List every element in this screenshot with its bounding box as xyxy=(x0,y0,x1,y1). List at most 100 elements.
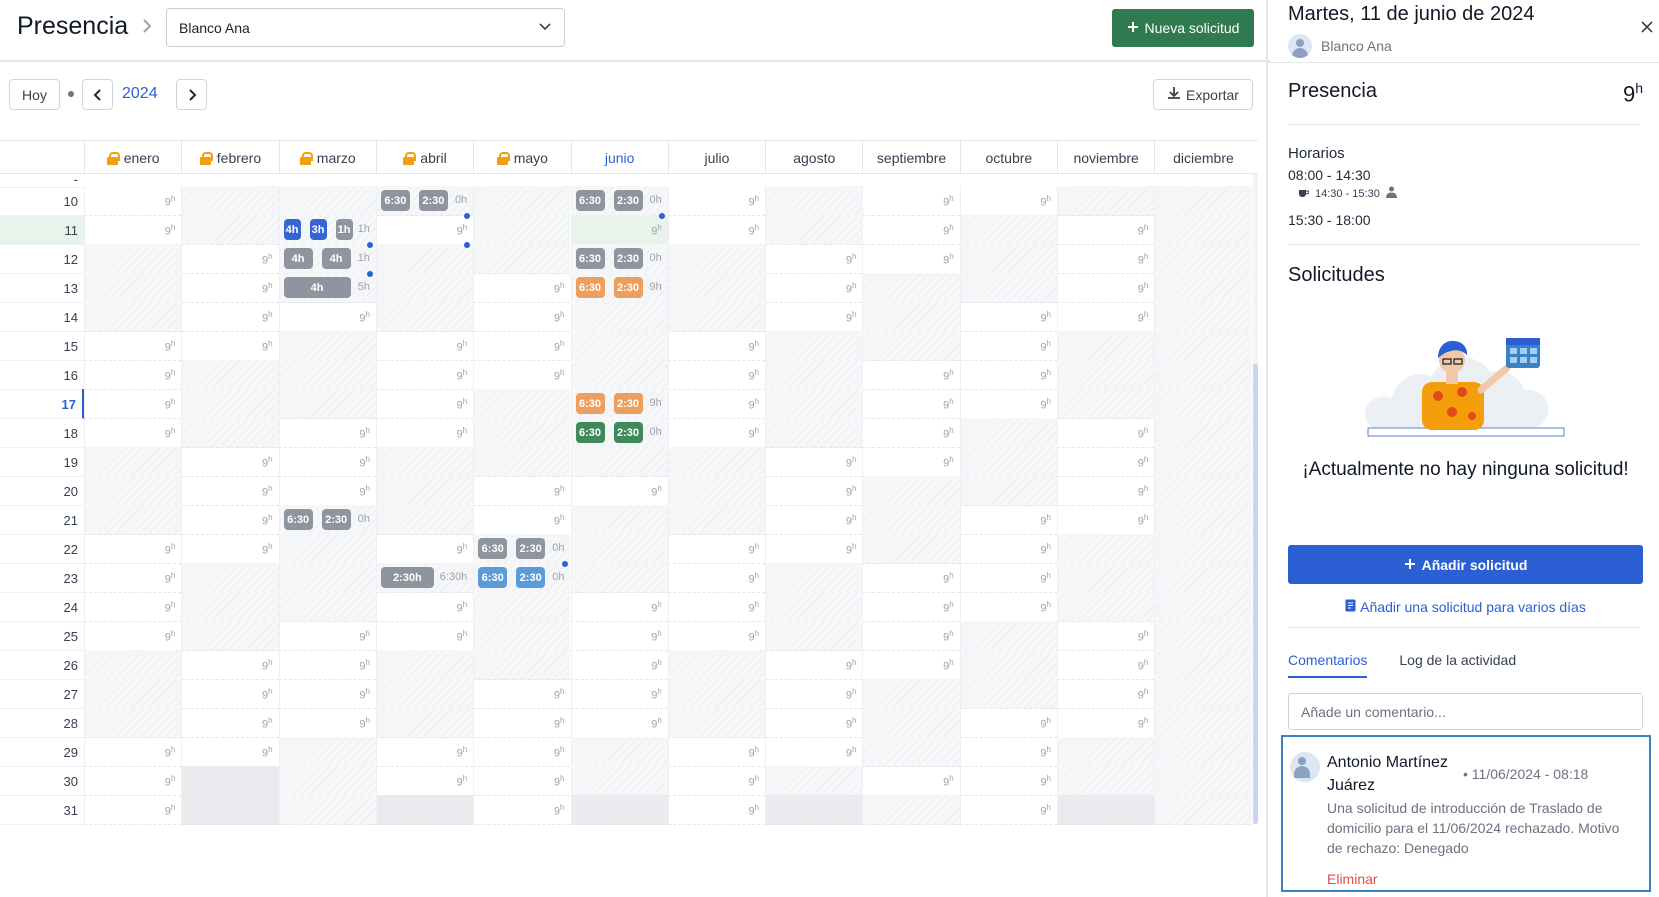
day-cell[interactable] xyxy=(959,447,1057,477)
day-cell[interactable] xyxy=(862,795,960,825)
day-cell[interactable] xyxy=(1154,244,1252,274)
day-cell[interactable] xyxy=(570,737,668,767)
day-cell[interactable]: 9h xyxy=(84,534,182,564)
day-cell[interactable] xyxy=(1154,563,1252,593)
time-entry-chip[interactable]: 6:30 xyxy=(575,277,605,298)
day-cell[interactable] xyxy=(375,447,474,477)
day-cell[interactable] xyxy=(84,650,182,680)
day-cell[interactable]: 9h xyxy=(667,795,766,825)
day-cell[interactable]: 9h xyxy=(765,244,863,274)
day-cell[interactable]: 9h xyxy=(1057,447,1155,477)
day-cell[interactable]: 9h xyxy=(862,563,960,593)
day-cell[interactable]: 9h xyxy=(959,766,1057,796)
day-cell[interactable] xyxy=(181,389,279,419)
day-cell[interactable] xyxy=(375,273,474,303)
day-cell[interactable]: 9h xyxy=(84,563,182,593)
day-cell[interactable] xyxy=(181,360,279,390)
day-cell[interactable]: 9h xyxy=(862,360,960,390)
day-cell[interactable]: 9h xyxy=(84,592,182,622)
day-cell[interactable] xyxy=(1154,650,1252,680)
day-cell[interactable] xyxy=(473,418,571,448)
day-cell[interactable]: 9h xyxy=(473,737,571,767)
day-cell[interactable] xyxy=(959,273,1057,303)
day-cell[interactable] xyxy=(1057,534,1155,564)
day-cell[interactable]: 9h xyxy=(375,766,474,796)
day-cell[interactable] xyxy=(181,563,279,593)
day-cell[interactable] xyxy=(1057,186,1155,216)
day-cell[interactable]: 9h xyxy=(181,331,279,361)
day-cell[interactable] xyxy=(570,447,668,477)
day-cell[interactable]: 9h xyxy=(959,505,1057,535)
day-cell[interactable]: 9h xyxy=(473,708,571,738)
day-cell[interactable] xyxy=(959,418,1057,448)
day-cell[interactable]: 9h xyxy=(84,331,182,361)
day-cell[interactable]: 9h xyxy=(181,650,279,680)
time-entry-chip[interactable]: 6:30 xyxy=(283,509,313,530)
day-cell[interactable] xyxy=(1154,418,1252,448)
day-cell[interactable] xyxy=(278,795,376,825)
day-cell[interactable] xyxy=(1057,360,1155,390)
day-cell[interactable] xyxy=(473,621,571,651)
day-cell[interactable]: 9h xyxy=(84,418,182,448)
day-cell[interactable] xyxy=(862,476,960,506)
day-cell[interactable]: 9h xyxy=(959,563,1057,593)
day-cell[interactable] xyxy=(181,186,279,216)
add-request-button[interactable]: Añadir solicitud xyxy=(1288,545,1643,584)
day-cell[interactable] xyxy=(959,215,1057,245)
day-cell[interactable]: 9h xyxy=(667,331,766,361)
day-cell[interactable]: 9h xyxy=(959,592,1057,622)
day-cell[interactable] xyxy=(1154,679,1252,709)
day-cell[interactable] xyxy=(959,621,1057,651)
day-cell[interactable] xyxy=(278,534,376,564)
day-cell[interactable] xyxy=(278,592,376,622)
day-cell[interactable] xyxy=(765,215,863,245)
day-cell[interactable] xyxy=(84,447,182,477)
day-cell[interactable]: 9h xyxy=(375,592,474,622)
day-cell[interactable] xyxy=(84,476,182,506)
day-cell[interactable] xyxy=(375,505,474,535)
day-cell[interactable]: 9h xyxy=(765,447,863,477)
day-cell[interactable]: 9h xyxy=(473,302,571,332)
day-cell[interactable]: 9h xyxy=(1057,215,1155,245)
day-cell[interactable]: 9h xyxy=(862,650,960,680)
day-cell[interactable] xyxy=(181,215,279,245)
prev-year-button[interactable] xyxy=(82,79,113,110)
day-cell[interactable] xyxy=(1057,592,1155,622)
day-cell[interactable] xyxy=(667,302,766,332)
time-entry-chip[interactable]: 6:30 xyxy=(380,190,410,211)
day-cell[interactable] xyxy=(473,447,571,477)
day-cell[interactable]: 9h xyxy=(375,534,474,564)
day-cell[interactable]: 9h xyxy=(1057,505,1155,535)
day-cell[interactable]: 9h xyxy=(765,273,863,303)
day-cell[interactable]: 9h xyxy=(667,563,766,593)
day-cell[interactable] xyxy=(667,447,766,477)
month-header-marzo[interactable]: marzo xyxy=(278,141,376,174)
day-cell[interactable] xyxy=(1154,389,1252,419)
day-cell[interactable] xyxy=(765,186,863,216)
day-cell[interactable]: 9h xyxy=(84,389,182,419)
day-cell[interactable] xyxy=(862,679,960,709)
day-cell[interactable] xyxy=(278,563,376,593)
month-header-abril[interactable]: abril xyxy=(375,141,473,174)
day-cell[interactable]: 9h xyxy=(765,737,863,767)
day-cell[interactable] xyxy=(667,679,766,709)
day-cell[interactable]: 9h xyxy=(84,737,182,767)
day-cell[interactable]: 9h xyxy=(765,650,863,680)
day-cell[interactable]: 9h xyxy=(181,273,279,303)
delete-comment-link[interactable]: Eliminar xyxy=(1327,871,1378,887)
month-header-enero[interactable]: enero xyxy=(84,141,181,174)
day-cell[interactable]: 9h xyxy=(570,679,668,709)
day-cell[interactable] xyxy=(181,418,279,448)
day-cell[interactable]: 9h xyxy=(862,592,960,622)
day-cell[interactable] xyxy=(84,302,182,332)
day-cell[interactable] xyxy=(1057,563,1155,593)
day-cell[interactable]: 9h xyxy=(1057,244,1155,274)
day-cell[interactable]: 9h xyxy=(84,360,182,390)
day-cell[interactable]: 9h xyxy=(570,708,668,738)
day-cell[interactable]: 9h xyxy=(181,534,279,564)
month-header-septiembre[interactable]: septiembre xyxy=(862,141,959,174)
close-icon[interactable] xyxy=(1640,18,1654,39)
day-cell[interactable]: 9h xyxy=(765,534,863,564)
day-cell[interactable]: 9h xyxy=(1057,650,1155,680)
day-cell[interactable]: 9h xyxy=(667,418,766,448)
